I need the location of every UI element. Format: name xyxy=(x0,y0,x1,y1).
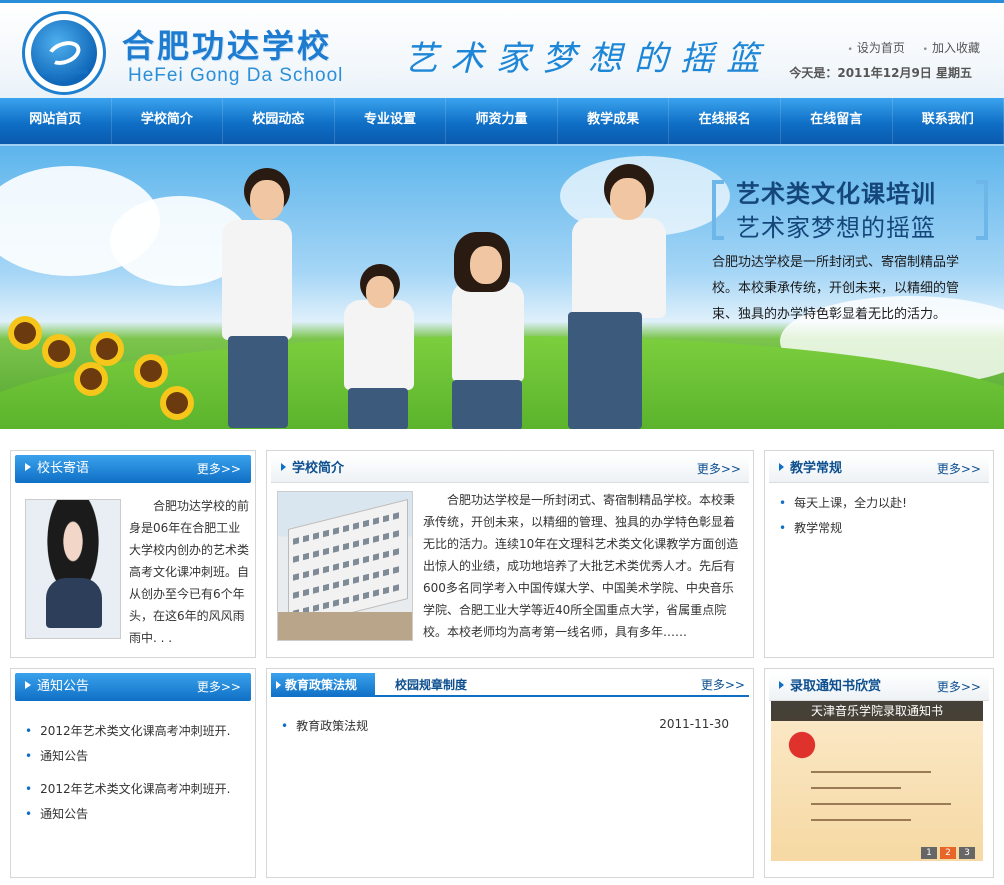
banner-title: 艺术类文化课培训 xyxy=(736,180,936,208)
top-links: 设为首页 加入收藏 xyxy=(834,39,980,56)
principal-photo xyxy=(25,499,121,639)
sunflower xyxy=(140,360,162,382)
admission-letters-panel: 录取通知书欣赏 更多>> 天津音乐学院录取通知书 1 2 3 xyxy=(764,668,994,878)
policy-item-date: 2011-11-30 xyxy=(659,717,729,731)
sunflower xyxy=(48,340,70,362)
teaching-list: 每天上课，全力以赴! 教学常规 xyxy=(779,491,907,541)
list-item[interactable]: 2012年艺术类文化课高考冲刺班开. xyxy=(25,719,230,744)
set-homepage-link[interactable]: 设为首页 xyxy=(848,41,905,55)
nav-item-about[interactable]: 学校简介 xyxy=(112,98,224,144)
site-title-cn: 合肥功达学校 xyxy=(122,27,333,65)
notice-panel: 通知公告 更多>> 2012年艺术类文化课高考冲刺班开. 通知公告 2012年艺… xyxy=(10,668,256,878)
more-link[interactable]: 更多>> xyxy=(697,455,741,483)
bracket-right-icon xyxy=(976,180,988,240)
bracket-left-icon xyxy=(712,180,724,240)
list-item[interactable]: 通知公告 xyxy=(25,802,230,827)
panel-title: 校长寄语 xyxy=(25,455,89,483)
logo-emblem xyxy=(31,20,97,86)
list-item[interactable]: 每天上课，全力以赴! xyxy=(779,491,907,516)
main-nav: 网站首页 学校简介 校园动态 专业设置 师资力量 教学成果 在线报名 在线留言 … xyxy=(0,98,1004,146)
sunflower xyxy=(80,368,102,390)
today-date: 今天是：2011年12月9日 星期五 xyxy=(789,66,972,80)
tab-campus-rules[interactable]: 校园规章制度 xyxy=(395,673,467,697)
more-link[interactable]: 更多>> xyxy=(937,673,981,701)
site-title-en: HeFei Gong Da School xyxy=(128,65,344,86)
principal-message: 合肥功达学校的前身是06年在合肥工业大学校内创办的艺术类高考文化课冲刺班。自从创… xyxy=(129,499,250,645)
tab-education-policy[interactable]: 教育政策法规 xyxy=(271,673,375,697)
swirl-icon xyxy=(44,36,84,70)
header: Gong Da School 合肥功达学校 HeFei Gong Da Scho… xyxy=(0,0,1004,98)
logo-ring-text: Gong Da School xyxy=(40,69,88,76)
panel-title: 录取通知书欣赏 xyxy=(779,673,881,701)
principal-panel: 校长寄语 更多>> 合肥功达学校的前身是06年在合肥工业大学校内创办的艺术类高考… xyxy=(10,450,256,658)
slide-pager: 1 2 3 xyxy=(921,847,975,859)
nav-item-message[interactable]: 在线留言 xyxy=(781,98,893,144)
list-item[interactable]: 通知公告 xyxy=(25,744,230,769)
slide-caption: 天津音乐学院录取通知书 xyxy=(771,701,983,721)
nav-item-teachers[interactable]: 师资力量 xyxy=(446,98,558,144)
panel-title: 学校简介 xyxy=(281,455,344,483)
more-link[interactable]: 更多>> xyxy=(937,455,981,483)
school-building-photo xyxy=(277,491,413,641)
notice-list: 2012年艺术类文化课高考冲刺班开. 通知公告 2012年艺术类文化课高考冲刺班… xyxy=(25,719,230,827)
list-item[interactable]: 教学常规 xyxy=(779,516,907,541)
panel-header: 校长寄语 更多>> xyxy=(15,455,251,483)
slogan: 艺术家梦想的摇篮 xyxy=(404,39,772,79)
more-link[interactable]: 更多>> xyxy=(197,673,241,701)
nav-item-majors[interactable]: 专业设置 xyxy=(335,98,447,144)
nav-item-achievements[interactable]: 教学成果 xyxy=(558,98,670,144)
ribbon-icon xyxy=(777,725,827,765)
panel-title: 教学常规 xyxy=(779,455,842,483)
sunflower xyxy=(166,392,188,414)
slide-page-button[interactable]: 3 xyxy=(959,847,975,859)
list-item[interactable]: 2012年艺术类文化课高考冲刺班开. xyxy=(25,777,230,802)
nav-item-contact[interactable]: 联系我们 xyxy=(893,98,1004,144)
student-photo xyxy=(430,232,550,429)
panel-header: 通知公告 更多>> xyxy=(15,673,251,701)
slide-page-button[interactable]: 1 xyxy=(921,847,937,859)
policy-tabs: 教育政策法规 校园规章制度 更多>> xyxy=(271,673,749,697)
student-photo xyxy=(558,162,728,429)
school-logo[interactable]: Gong Da School xyxy=(22,11,106,95)
panel-header: 教学常规 更多>> xyxy=(769,455,989,483)
more-link[interactable]: 更多>> xyxy=(197,455,241,483)
nav-item-enroll[interactable]: 在线报名 xyxy=(669,98,781,144)
policy-panel: 教育政策法规 校园规章制度 更多>> 教育政策法规 2011-11-30 xyxy=(266,668,754,878)
panel-title: 通知公告 xyxy=(25,673,89,701)
sunflower xyxy=(14,322,36,344)
student-photo xyxy=(334,264,434,429)
student-photo xyxy=(188,164,348,429)
nav-item-news[interactable]: 校园动态 xyxy=(223,98,335,144)
slide-page-button-active[interactable]: 2 xyxy=(940,847,956,859)
add-favorite-link[interactable]: 加入收藏 xyxy=(923,41,980,55)
panel-header: 学校简介 更多>> xyxy=(271,455,749,483)
hero-banner: 艺术类文化课培训 艺术家梦想的摇篮 合肥功达学校是一所封闭式、寄宿制精品学校。本… xyxy=(0,146,1004,429)
banner-subtitle: 艺术家梦想的摇篮 xyxy=(736,214,936,242)
school-intro-text: 合肥功达学校是一所封闭式、寄宿制精品学校。本校秉承传统，开创未来，以精细的管理、… xyxy=(423,493,739,639)
list-item[interactable]: 教育政策法规 2011-11-30 xyxy=(281,717,729,734)
nav-item-home[interactable]: 网站首页 xyxy=(0,98,112,144)
banner-description: 合肥功达学校是一所封闭式、寄宿制精品学校。本校秉承传统，开创未来，以精细的管束、… xyxy=(712,255,960,322)
panel-header: 录取通知书欣赏 更多>> xyxy=(769,673,989,701)
more-link[interactable]: 更多>> xyxy=(701,673,745,697)
teaching-panel: 教学常规 更多>> 每天上课，全力以赴! 教学常规 xyxy=(764,450,994,658)
admission-letter-image[interactable]: 天津音乐学院录取通知书 1 2 3 xyxy=(771,701,983,861)
school-intro-panel: 学校简介 更多>> 合肥功达学校是一所封闭式、寄宿制精品学校。本校秉承传统，开创… xyxy=(266,450,754,658)
sunflower xyxy=(96,338,118,360)
policy-item-title[interactable]: 教育政策法规 xyxy=(281,719,368,733)
